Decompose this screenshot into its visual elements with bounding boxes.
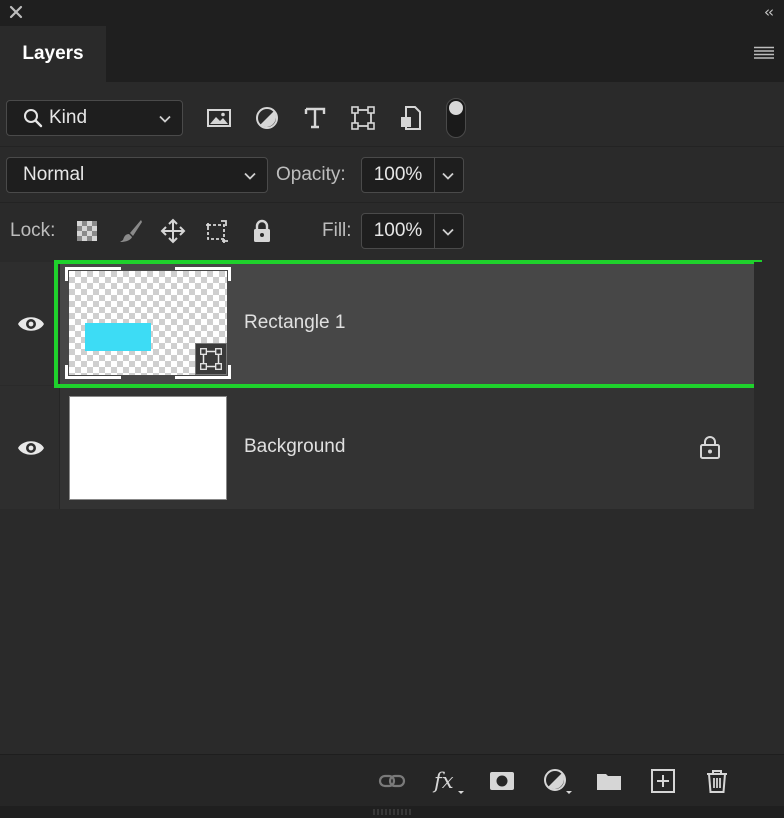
visibility-column — [0, 262, 60, 385]
adjustment-layer-icon[interactable] — [542, 767, 576, 795]
filter-toggle[interactable] — [446, 98, 466, 138]
filter-row: Kind — [0, 90, 784, 146]
mask-icon[interactable] — [488, 767, 516, 795]
panel-tabstrip: Layers — [0, 26, 784, 82]
layer-row-background[interactable]: Background — [0, 386, 754, 509]
fx-icon[interactable]: fx — [432, 767, 468, 795]
kind-filter-label: Kind — [49, 107, 88, 128]
opacity-value[interactable]: 100% — [362, 158, 435, 192]
lock-label: Lock: — [10, 220, 56, 241]
shape-preview — [85, 323, 151, 351]
eye-icon[interactable] — [17, 438, 45, 458]
lock-position-icon[interactable] — [160, 218, 186, 244]
opacity-chevron-icon[interactable] — [441, 169, 455, 183]
layer-name[interactable]: Rectangle 1 — [244, 312, 345, 334]
shape-filter-icon[interactable] — [350, 105, 376, 131]
lock-transparent-icon[interactable] — [74, 218, 100, 244]
tab-layers-label: Layers — [22, 43, 84, 64]
smart-object-filter-icon[interactable] — [398, 105, 424, 131]
close-icon[interactable] — [8, 4, 24, 20]
lock-artboard-icon[interactable] — [204, 218, 230, 244]
layer-row-rectangle-1[interactable]: Rectangle 1 — [0, 262, 754, 385]
blend-row: Normal Opacity: 100% — [0, 146, 784, 202]
thumbnail-frame-corner — [65, 267, 121, 281]
tab-layers[interactable]: Layers — [0, 26, 106, 82]
fill-chevron-icon[interactable] — [441, 225, 455, 239]
layers-list: Rectangle 1 Background — [0, 262, 754, 510]
group-icon[interactable] — [595, 767, 623, 795]
blend-mode-select[interactable]: Normal — [6, 157, 268, 193]
layer-thumbnail[interactable] — [69, 396, 227, 500]
new-layer-icon[interactable] — [649, 767, 677, 795]
opacity-label: Opacity: — [276, 164, 346, 185]
lock-row: Lock: Fill: 100% — [0, 202, 784, 258]
visibility-column — [0, 386, 60, 509]
panel-menu-icon[interactable] — [754, 46, 774, 60]
delete-icon[interactable] — [703, 767, 731, 795]
layer-thumbnail[interactable] — [65, 267, 231, 379]
thumbnail-frame-corner — [175, 267, 231, 281]
lock-icon[interactable] — [699, 434, 721, 460]
blend-mode-label: Normal — [23, 164, 85, 185]
fill-label: Fill: — [322, 220, 352, 241]
eye-icon[interactable] — [17, 314, 45, 334]
link-icon[interactable] — [378, 767, 406, 795]
collapse-icon[interactable]: ‹‹ — [764, 3, 774, 21]
adjustment-filter-icon[interactable] — [254, 105, 280, 131]
search-icon — [24, 109, 43, 128]
thumbnail-frame-corner — [65, 365, 121, 379]
layer-name[interactable]: Background — [244, 436, 345, 458]
scrollbar-track[interactable] — [754, 262, 784, 754]
filter-toggle-knob — [449, 101, 463, 115]
image-filter-icon[interactable] — [206, 105, 232, 131]
panel-titlebar: ‹‹ — [0, 0, 784, 26]
panel-footer: fx — [0, 754, 784, 806]
type-filter-icon[interactable] — [302, 105, 328, 131]
resize-grip-icon[interactable] — [372, 809, 412, 815]
lock-all-icon[interactable] — [249, 218, 275, 244]
kind-filter-select[interactable]: Kind — [6, 100, 183, 136]
fill-value[interactable]: 100% — [362, 214, 435, 248]
lock-paint-icon[interactable] — [118, 218, 144, 244]
opacity-field[interactable]: 100% — [361, 157, 464, 193]
fill-field[interactable]: 100% — [361, 213, 464, 249]
chevron-down-icon — [244, 172, 256, 180]
svg-text:fx: fx — [432, 769, 454, 793]
resize-strip[interactable] — [0, 806, 784, 818]
smart-object-badge-icon — [195, 343, 227, 375]
chevron-down-icon — [159, 115, 171, 123]
